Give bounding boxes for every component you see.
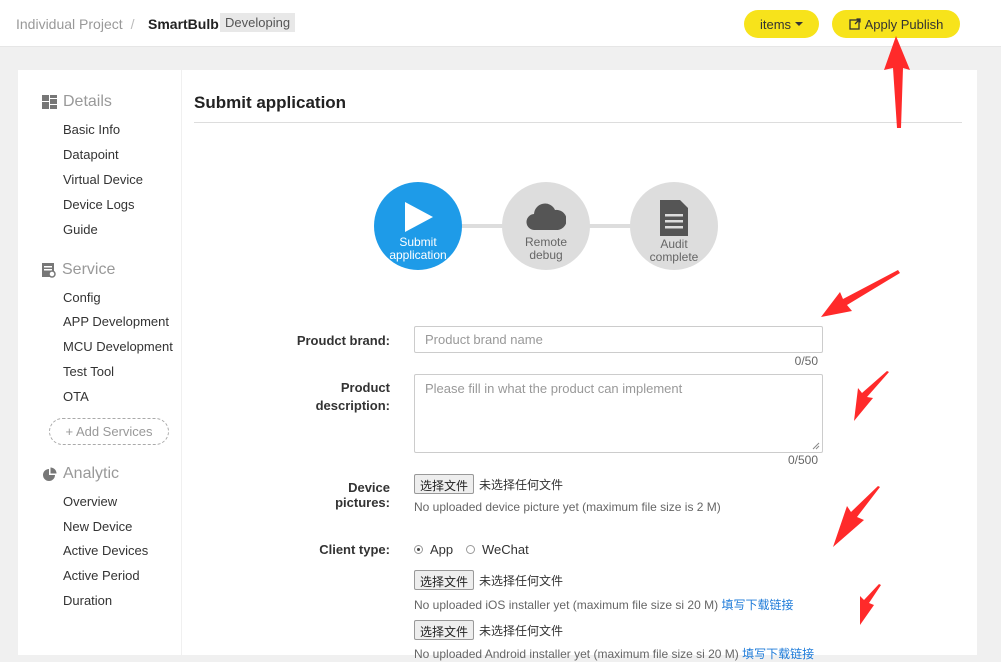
ios-download-link[interactable]: 填写下载链接 <box>721 598 793 612</box>
sidebar-item-overview[interactable]: Overview <box>63 494 117 509</box>
section-label: Details <box>63 93 112 110</box>
apply-publish-label: Apply Publish <box>864 16 944 32</box>
service-icon <box>42 262 56 278</box>
breadcrumb-separator: / <box>130 16 135 32</box>
step-submit-application: Submit application <box>374 182 462 270</box>
description-label: Product description: <box>290 380 390 413</box>
ios-hint: No uploaded iOS installer yet (maximum f… <box>414 596 793 613</box>
description-counter: 0/500 <box>787 453 818 467</box>
grid-icon <box>42 95 57 109</box>
sidebar-item-device-logs[interactable]: Device Logs <box>63 197 135 212</box>
step-label: application <box>389 248 447 262</box>
sidebar-section-details: Details <box>42 93 112 111</box>
apply-publish-button[interactable]: Apply Publish <box>832 10 960 38</box>
no-file-chosen-text: 未选择任何文件 <box>479 478 564 492</box>
sidebar-item-virtual-device[interactable]: Virtual Device <box>63 172 143 187</box>
sidebar-section-service: Service <box>42 261 115 279</box>
description-label-line: description: <box>315 398 390 413</box>
client-type-label: Client type: <box>319 542 390 557</box>
android-hint-text: No uploaded Android installer yet (maxim… <box>414 647 739 661</box>
sidebar-item-guide[interactable]: Guide <box>63 222 98 237</box>
sidebar-section-analytic: Analytic <box>42 465 119 483</box>
items-dropdown-button[interactable]: items <box>744 10 819 38</box>
radio-app-label: App <box>430 542 454 557</box>
brand-counter: 0/50 <box>794 354 818 368</box>
items-label: items <box>759 16 792 32</box>
device-pictures-label: Device pictures: <box>335 480 390 510</box>
step-audit-complete: Audit complete <box>630 182 718 270</box>
android-download-link[interactable]: 填写下载链接 <box>742 647 814 661</box>
ios-hint-text: No uploaded iOS installer yet (maximum f… <box>414 598 719 612</box>
step-remote-debug: Remote debug <box>502 182 590 270</box>
no-file-chosen-text: 未选择任何文件 <box>479 574 564 588</box>
choose-file-button[interactable]: 选择文件 <box>414 474 475 494</box>
description-textarea[interactable]: Please fill in what the product can impl… <box>414 374 823 453</box>
sidebar: Details Basic Info Datapoint Virtual Dev… <box>18 70 181 655</box>
sidebar-item-duration[interactable]: Duration <box>63 593 112 608</box>
step-label: complete <box>649 250 699 264</box>
top-bar: Individual Project / SmartBulb Developing… <box>0 0 1001 47</box>
sidebar-item-new-device[interactable]: New Device <box>63 519 132 534</box>
section-label: Service <box>62 261 116 278</box>
pie-chart-icon <box>43 467 57 481</box>
page-title: Submit application <box>194 93 347 112</box>
sidebar-item-active-devices[interactable]: Active Devices <box>63 543 148 558</box>
external-link-icon <box>848 18 861 30</box>
radio-wechat[interactable]: WeChat <box>466 542 529 557</box>
status-badge: Developing <box>220 13 296 32</box>
sidebar-item-basic-info[interactable]: Basic Info <box>63 122 120 137</box>
description-placeholder: Please fill in what the product can impl… <box>425 381 683 396</box>
description-label-line: Product <box>340 380 390 395</box>
choose-android-file-button[interactable]: 选择文件 <box>414 620 475 640</box>
sidebar-item-test-tool[interactable]: Test Tool <box>63 364 114 379</box>
main-panel: Submit application Submit application Re… <box>182 70 977 661</box>
sidebar-item-config[interactable]: Config <box>63 290 101 305</box>
no-file-chosen-text: 未选择任何文件 <box>479 624 564 638</box>
sidebar-item-app-development[interactable]: APP Development <box>63 314 169 329</box>
radio-app[interactable]: App <box>414 542 453 557</box>
sidebar-item-datapoint[interactable]: Datapoint <box>63 147 119 162</box>
title-divider <box>194 122 962 123</box>
caret-down-icon <box>795 22 804 26</box>
project-name: SmartBulb <box>148 16 219 32</box>
breadcrumb: Individual Project / <box>16 16 143 32</box>
android-hint: No uploaded Android installer yet (maxim… <box>414 645 814 662</box>
add-services-button[interactable]: + Add Services <box>49 418 169 445</box>
pictures-hint: No uploaded device picture yet (maximum … <box>414 500 721 514</box>
choose-ios-file-button[interactable]: 选择文件 <box>414 570 475 590</box>
cloud-icon <box>526 203 566 231</box>
brand-label: Proudct brand: <box>296 333 390 348</box>
section-label: Analytic <box>63 465 120 482</box>
resize-handle-icon[interactable] <box>812 442 820 450</box>
sidebar-item-active-period[interactable]: Active Period <box>63 568 140 583</box>
sidebar-item-mcu-development[interactable]: MCU Development <box>63 339 173 354</box>
sidebar-item-ota[interactable]: OTA <box>63 389 89 404</box>
radio-unselected-icon <box>466 545 475 554</box>
step-label: debug <box>529 248 563 262</box>
radio-wechat-label: WeChat <box>482 542 529 557</box>
breadcrumb-individual-project[interactable]: Individual Project <box>16 16 123 32</box>
play-icon <box>405 202 433 232</box>
radio-selected-icon <box>414 545 423 554</box>
brand-input[interactable]: Product brand name <box>414 326 823 353</box>
document-icon <box>660 200 688 236</box>
